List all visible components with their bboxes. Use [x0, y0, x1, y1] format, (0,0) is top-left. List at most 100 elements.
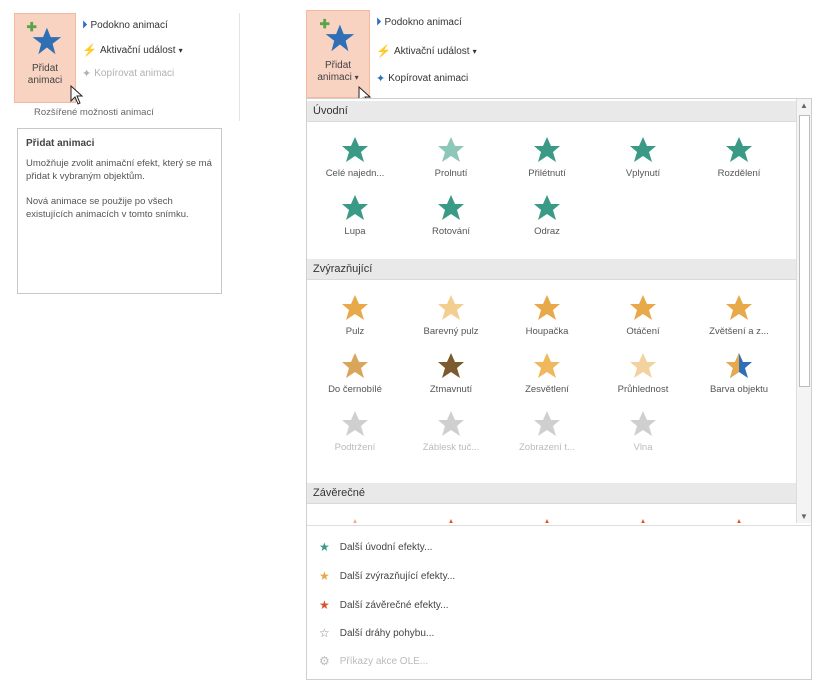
effect-label: Celé najedn... — [325, 168, 385, 179]
star-icon — [545, 519, 549, 523]
copy-animation-button[interactable]: ✦ Kopírovat animaci — [82, 67, 174, 80]
chevron-down-icon: ▾ — [472, 46, 477, 56]
effect-emphasis-2[interactable]: Houpačka — [499, 287, 595, 343]
star-icon — [438, 353, 464, 378]
effect-exit-0[interactable] — [307, 511, 403, 523]
effect-exit-2[interactable] — [499, 511, 595, 523]
star-icon — [630, 295, 656, 320]
effect-exit-4[interactable] — [691, 511, 787, 523]
animation-pane-icon: ⏵ — [82, 19, 88, 31]
right-ribbon-group: Přidat animaci ▾ ⏵ Podokno animací ⚡ Akt… — [306, 10, 526, 106]
gallery-scrollbar[interactable]: ▲ ▼ — [796, 99, 811, 523]
effect-entrance-5[interactable]: Lupa — [307, 187, 403, 243]
tooltip-title: Přidat animaci — [26, 138, 95, 149]
lightning-icon: ⚡ — [376, 44, 391, 58]
effect-label: Odraz — [534, 226, 560, 237]
effect-emphasis-10: Podtržení — [307, 403, 403, 459]
effect-entrance-0[interactable]: Celé najedn... — [307, 129, 403, 185]
star-icon — [534, 195, 560, 220]
effect-label: Barva objektu — [709, 384, 769, 395]
star-icon — [726, 137, 752, 162]
add-animation-label-1: Přidat — [31, 63, 59, 74]
effect-emphasis-13: Vlna — [595, 403, 691, 459]
effect-label: Pulz — [345, 326, 365, 337]
effect-emphasis-0[interactable]: Pulz — [307, 287, 403, 343]
copy-animation-button[interactable]: ✦ Kopírovat animaci — [376, 72, 468, 85]
copy-animation-icon: ✦ — [376, 73, 386, 85]
chevron-down-icon: ▾ — [178, 45, 183, 55]
copy-animation-label: Kopírovat animaci — [388, 73, 469, 84]
add-animation-button-active[interactable]: Přidat animaci ▾ — [306, 10, 370, 98]
animation-pane-icon: ⏵ — [376, 16, 382, 28]
effect-exit-3[interactable] — [595, 511, 691, 523]
star-icon — [534, 295, 560, 320]
star-icon — [342, 137, 368, 162]
animation-gallery: Úvodní Celé najedn... Prolnutí Přilétnut… — [306, 98, 812, 680]
add-animation-label-1: Přidat — [324, 60, 352, 71]
mouse-cursor-icon — [70, 85, 84, 105]
menu-label: Další dráhy pohybu... — [339, 627, 435, 639]
star-icon — [438, 195, 464, 220]
effect-emphasis-8[interactable]: Průhlednost — [595, 345, 691, 401]
effect-entrance-6[interactable]: Rotování — [403, 187, 499, 243]
star-icon — [534, 137, 560, 162]
trigger-button[interactable]: ⚡ Aktivační událost ▾ — [82, 43, 183, 57]
chevron-down-icon: ▾ — [354, 73, 359, 82]
star-icon — [630, 353, 656, 378]
scroll-thumb[interactable] — [799, 115, 810, 387]
star-add-icon — [319, 18, 355, 52]
effect-label: Houpačka — [525, 326, 569, 337]
effect-emphasis-11: Záblesk tuč... — [403, 403, 499, 459]
more-emphasis-effects[interactable]: ★ Další zvýrazňující efekty... — [319, 569, 455, 583]
effect-label: Vlna — [633, 442, 653, 453]
effect-emphasis-3[interactable]: Otáčení — [595, 287, 691, 343]
gear-icon: ⚙ — [319, 654, 330, 668]
animation-pane-button[interactable]: ⏵ Podokno animací — [376, 16, 462, 29]
effect-emphasis-1[interactable]: Barevný pulz — [403, 287, 499, 343]
effect-emphasis-9[interactable]: Barva objektu — [691, 345, 787, 401]
lightning-icon: ⚡ — [82, 43, 97, 57]
more-motion-paths[interactable]: ☆ Další dráhy pohybu... — [319, 626, 434, 640]
effect-entrance-1[interactable]: Prolnutí — [403, 129, 499, 185]
effect-label: Zobrazení t... — [519, 442, 575, 453]
more-entrance-effects[interactable]: ★ Další úvodní efekty... — [319, 540, 432, 554]
effect-exit-1[interactable] — [403, 511, 499, 523]
star-icon — [449, 519, 453, 523]
add-animation-button[interactable]: Přidat animaci — [14, 13, 76, 103]
effect-entrance-4[interactable]: Rozdělení — [691, 129, 787, 185]
star-add-icon — [26, 21, 62, 55]
section-header-entrance: Úvodní — [307, 101, 798, 122]
add-animation-label-2: animaci ▾ — [317, 72, 359, 83]
effect-emphasis-7[interactable]: Zesvětlení — [499, 345, 595, 401]
effect-label: Podtržení — [334, 442, 376, 453]
effect-label: Průhlednost — [617, 384, 669, 395]
left-ribbon-group: Přidat animaci ⏵ Podokno animací ⚡ Aktiv… — [12, 13, 240, 121]
star-icon — [630, 411, 656, 436]
animation-pane-button[interactable]: ⏵ Podokno animací — [82, 19, 168, 32]
menu-label: Další závěrečné efekty... — [339, 599, 449, 611]
effect-label: Rozdělení — [717, 168, 761, 179]
ole-action-verbs: ⚙ Příkazy akce OLE... — [319, 654, 428, 668]
scroll-down-arrow[interactable]: ▼ — [797, 512, 811, 521]
menu-label: Další zvýrazňující efekty... — [339, 570, 456, 582]
effect-entrance-2[interactable]: Přilétnutí — [499, 129, 595, 185]
gallery-menu: ★ Další úvodní efekty... ★ Další zvýrazň… — [307, 525, 811, 680]
effect-entrance-3[interactable]: Vplynutí — [595, 129, 691, 185]
menu-label: Příkazy akce OLE... — [339, 655, 429, 667]
effect-emphasis-4[interactable]: Zvětšení a z... — [691, 287, 787, 343]
scroll-up-arrow[interactable]: ▲ — [797, 101, 811, 110]
effect-label: Barevný pulz — [423, 326, 479, 337]
gallery-scroll-area: Úvodní Celé najedn... Prolnutí Přilétnut… — [307, 99, 798, 523]
trigger-button[interactable]: ⚡ Aktivační událost ▾ — [376, 44, 477, 58]
effect-entrance-7[interactable]: Odraz — [499, 187, 595, 243]
effect-emphasis-5[interactable]: Do černobílé — [307, 345, 403, 401]
effect-label: Vplynutí — [625, 168, 661, 179]
effect-label: Záblesk tuč... — [422, 442, 480, 453]
star-entrance-icon: ★ — [319, 540, 330, 554]
more-exit-effects[interactable]: ★ Další závěrečné efekty... — [319, 598, 449, 612]
trigger-label: Aktivační událost — [99, 44, 176, 56]
star-icon — [342, 195, 368, 220]
effect-emphasis-6[interactable]: Ztmavnutí — [403, 345, 499, 401]
star-icon — [353, 519, 357, 523]
star-icon — [534, 353, 560, 378]
